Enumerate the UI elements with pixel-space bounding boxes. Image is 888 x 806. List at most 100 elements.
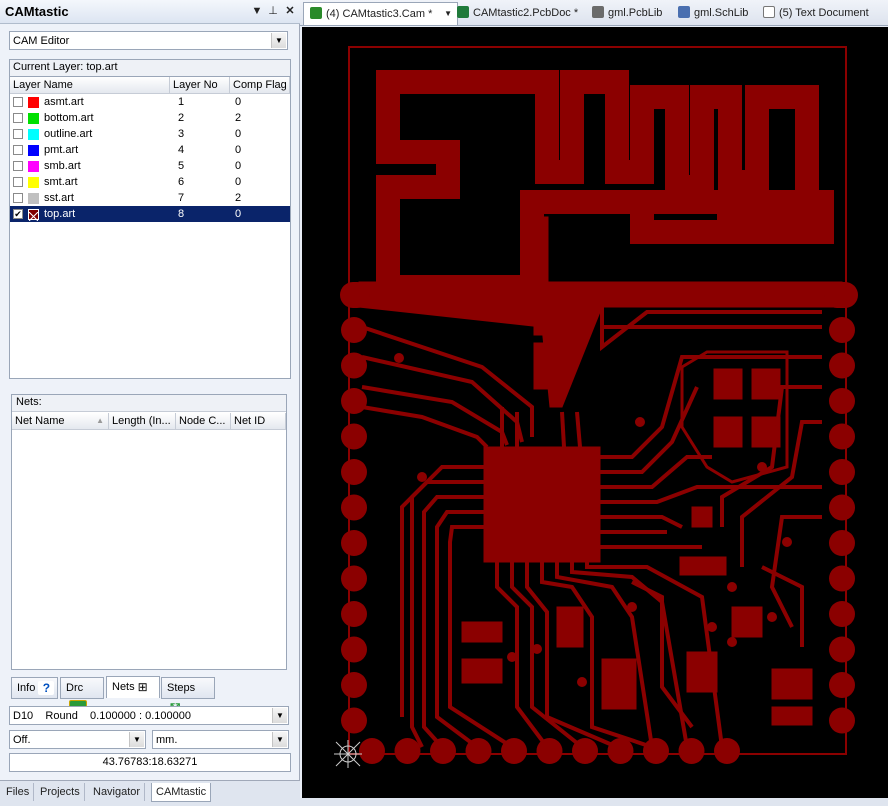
- doc-tab-gml-pcblib[interactable]: gml.PcbLib: [592, 2, 662, 24]
- column-header[interactable]: Net ID: [231, 413, 286, 429]
- column-header[interactable]: Comp Flag: [230, 77, 290, 93]
- panel-tabs: Files Projects Navigator CAMtastic: [0, 780, 300, 806]
- layer-visible-checkbox[interactable]: [13, 177, 23, 187]
- tab-nets[interactable]: Nets ⊞: [106, 676, 160, 698]
- pad: [341, 423, 367, 450]
- layer-color-swatch: [28, 145, 39, 156]
- layer-row[interactable]: outline.art 3 0: [10, 126, 290, 142]
- close-icon[interactable]: ✕: [283, 4, 297, 18]
- units-select[interactable]: mm. ▼: [152, 730, 289, 749]
- trace: [631, 580, 694, 729]
- editor-select[interactable]: CAM Editor ▼: [9, 31, 288, 50]
- layer-row[interactable]: smt.art 6 0: [10, 174, 290, 190]
- tab-info[interactable]: Info?: [11, 677, 58, 699]
- panel-title: CAMtastic: [5, 4, 69, 19]
- chevron-down-icon: ▼: [271, 33, 286, 48]
- trace: [361, 325, 534, 437]
- tab-navigator[interactable]: Navigator: [89, 783, 146, 801]
- chevron-down-icon: ▼: [129, 732, 144, 747]
- pad: [341, 707, 367, 734]
- layer-number: 3: [178, 128, 185, 140]
- pad: [713, 368, 743, 400]
- pad: [533, 342, 561, 390]
- trace: [600, 485, 822, 504]
- tab-projects[interactable]: Projects: [36, 783, 85, 801]
- cam-canvas[interactable]: [302, 27, 888, 798]
- pad: [572, 738, 598, 764]
- layer-visible-checkbox[interactable]: [13, 161, 23, 171]
- layer-comp-flag: 0: [235, 144, 242, 156]
- layer-comp-flag: 0: [235, 96, 242, 108]
- pad: [394, 738, 421, 764]
- pad: [607, 738, 634, 764]
- pad: [829, 352, 855, 379]
- column-header[interactable]: Length (In...: [109, 413, 176, 429]
- pad: [829, 636, 855, 663]
- layer-color-swatch: [28, 113, 39, 124]
- layer-visible-checkbox[interactable]: [13, 193, 23, 203]
- layer-row[interactable]: bottom.art 2 2: [10, 110, 290, 126]
- layer-name: top.art: [44, 208, 76, 220]
- layer-name: smb.art: [44, 160, 81, 172]
- chevron-down-icon: ▼: [272, 732, 287, 747]
- pad: [501, 738, 527, 764]
- trace: [495, 562, 549, 749]
- pad: [465, 738, 492, 764]
- pin-icon[interactable]: ⊥: [266, 4, 280, 18]
- layer-row[interactable]: smb.art 5 0: [10, 158, 290, 174]
- via: [627, 602, 637, 612]
- via: [692, 517, 702, 527]
- layer-row[interactable]: pmt.art 4 0: [10, 142, 290, 158]
- pad: [461, 621, 503, 643]
- pad: [829, 317, 855, 343]
- pad: [829, 459, 855, 485]
- pad: [340, 282, 370, 308]
- layer-visible-checkbox[interactable]: [13, 145, 23, 155]
- layer-name: pmt.art: [44, 144, 79, 156]
- layer-visible-checkbox[interactable]: [13, 129, 23, 139]
- column-header[interactable]: Layer No: [170, 77, 230, 93]
- tab-camtastic[interactable]: CAMtastic: [151, 783, 212, 802]
- layer-visible-checkbox[interactable]: ✔: [13, 209, 23, 219]
- schlib-icon: [678, 6, 690, 18]
- aperture-select[interactable]: D10 Round 0.100000 : 0.100000 ▼: [9, 706, 289, 725]
- trace: [600, 515, 683, 529]
- column-header[interactable]: Node C...: [176, 413, 231, 429]
- tab-files[interactable]: Files: [2, 783, 35, 801]
- doc-tab-camtastic2[interactable]: CAMtastic2.PcbDoc *: [455, 2, 578, 24]
- layer-visible-checkbox[interactable]: [13, 97, 23, 107]
- nets-list: Nets: Net Name ▲ Length (In... Node C... …: [11, 394, 287, 670]
- column-header[interactable]: Layer Name: [10, 77, 170, 93]
- pad: [430, 738, 456, 764]
- via: [727, 637, 737, 647]
- pad: [679, 556, 727, 576]
- pad: [824, 282, 858, 308]
- layer-comp-flag: 0: [235, 128, 242, 140]
- layer-number: 4: [178, 144, 185, 156]
- layer-row[interactable]: ✔ top.art 8 0: [10, 206, 290, 222]
- copper-layer: [348, 46, 847, 755]
- via: [635, 417, 645, 427]
- column-header[interactable]: Net Name ▲: [12, 413, 109, 429]
- pad: [678, 738, 705, 764]
- nets-icon: ⊞: [137, 680, 148, 695]
- doc-tab-text-document[interactable]: (5) Text Document: [763, 2, 869, 24]
- layer-color-swatch: [28, 129, 39, 140]
- dropdown-icon[interactable]: ▼: [250, 4, 264, 18]
- doc-tab-camtastic3[interactable]: (4) CAMtastic3.Cam * ▼: [303, 2, 458, 25]
- layer-row[interactable]: sst.art 7 2: [10, 190, 290, 206]
- mode-select[interactable]: Off. ▼: [9, 730, 146, 749]
- doc-tab-gml-schlib[interactable]: gml.SchLib: [678, 2, 748, 24]
- pcb-icon: [457, 6, 469, 18]
- tab-steps[interactable]: Steps⤧: [161, 677, 215, 715]
- tab-drc[interactable]: Drc: [60, 677, 104, 717]
- panel-title-bar: CAMtastic ▼ ⊥ ✕: [0, 0, 300, 24]
- layer-visible-checkbox[interactable]: [13, 113, 23, 123]
- layer-name: sst.art: [44, 192, 74, 204]
- via: [767, 612, 777, 622]
- layer-row[interactable]: asmt.art 1 0: [10, 94, 290, 110]
- chevron-down-icon[interactable]: ▼: [444, 3, 452, 25]
- pad: [556, 606, 584, 648]
- layer-number: 2: [178, 112, 185, 124]
- pad: [341, 317, 367, 343]
